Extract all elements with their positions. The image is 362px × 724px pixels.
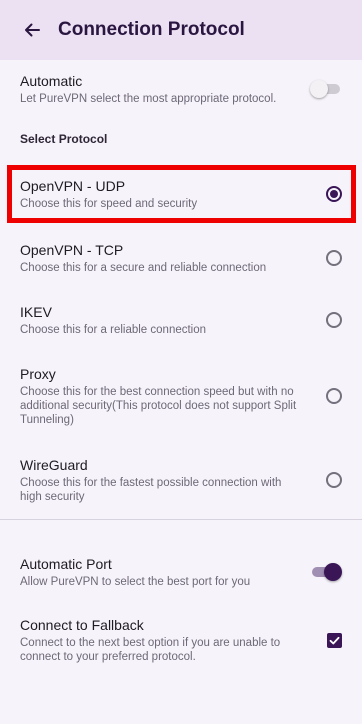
protocol-description: Choose this for a secure and reliable co… [20,262,267,274]
automatic-port-label: Automatic Port [20,556,112,572]
protocol-description: Choose this for the fastest possible con… [20,477,282,503]
divider [0,519,362,520]
page-title: Connection Protocol [58,19,245,40]
fallback-label: Connect to Fallback [20,617,144,633]
protocol-label: WireGuard [20,457,88,473]
back-button[interactable] [20,18,44,42]
radio-button-wireguard[interactable] [326,472,342,488]
fallback-row[interactable]: Connect to Fallback Connect to the next … [0,613,362,667]
automatic-description: Let PureVPN select the most appropriate … [20,93,277,105]
radio-button-proxy[interactable] [326,388,342,404]
protocol-description: Choose this for a reliable connection [20,324,207,336]
automatic-port-row[interactable]: Automatic Port Allow PureVPN to select t… [0,553,362,591]
protocol-label: Proxy [20,366,56,382]
section-title: Select Protocol [20,132,108,146]
protocol-option-ikev[interactable]: IKEV Choose this for a reliable connecti… [0,300,362,340]
automatic-label: Automatic [20,73,83,89]
radio-button-openvpn-tcp[interactable] [326,250,342,266]
protocol-option-proxy[interactable]: Proxy Choose this for the best connectio… [0,364,362,428]
arrow-left-icon [25,23,40,37]
automatic-port-toggle[interactable] [310,563,342,581]
automatic-toggle[interactable] [310,80,342,98]
app-bar: Connection Protocol [0,0,362,60]
toggle-thumb [324,563,342,581]
radio-button-ikev[interactable] [326,312,342,328]
checkmark-icon [329,636,340,644]
selection-highlight [7,165,356,223]
fallback-description: Connect to the next best option if you a… [20,637,281,663]
toggle-thumb [310,80,328,98]
fallback-checkbox[interactable] [327,632,342,648]
protocol-option-wireguard[interactable]: WireGuard Choose this for the fastest po… [0,455,362,505]
protocol-label: IKEV [20,304,52,320]
protocol-label: OpenVPN - TCP [20,242,124,258]
protocol-description: Choose this for the best connection spee… [20,386,297,426]
automatic-row[interactable]: Automatic Let PureVPN select the most ap… [0,67,362,111]
automatic-port-description: Allow PureVPN to select the best port fo… [20,576,251,588]
protocol-option-openvpn-tcp[interactable]: OpenVPN - TCP Choose this for a secure a… [0,232,362,284]
